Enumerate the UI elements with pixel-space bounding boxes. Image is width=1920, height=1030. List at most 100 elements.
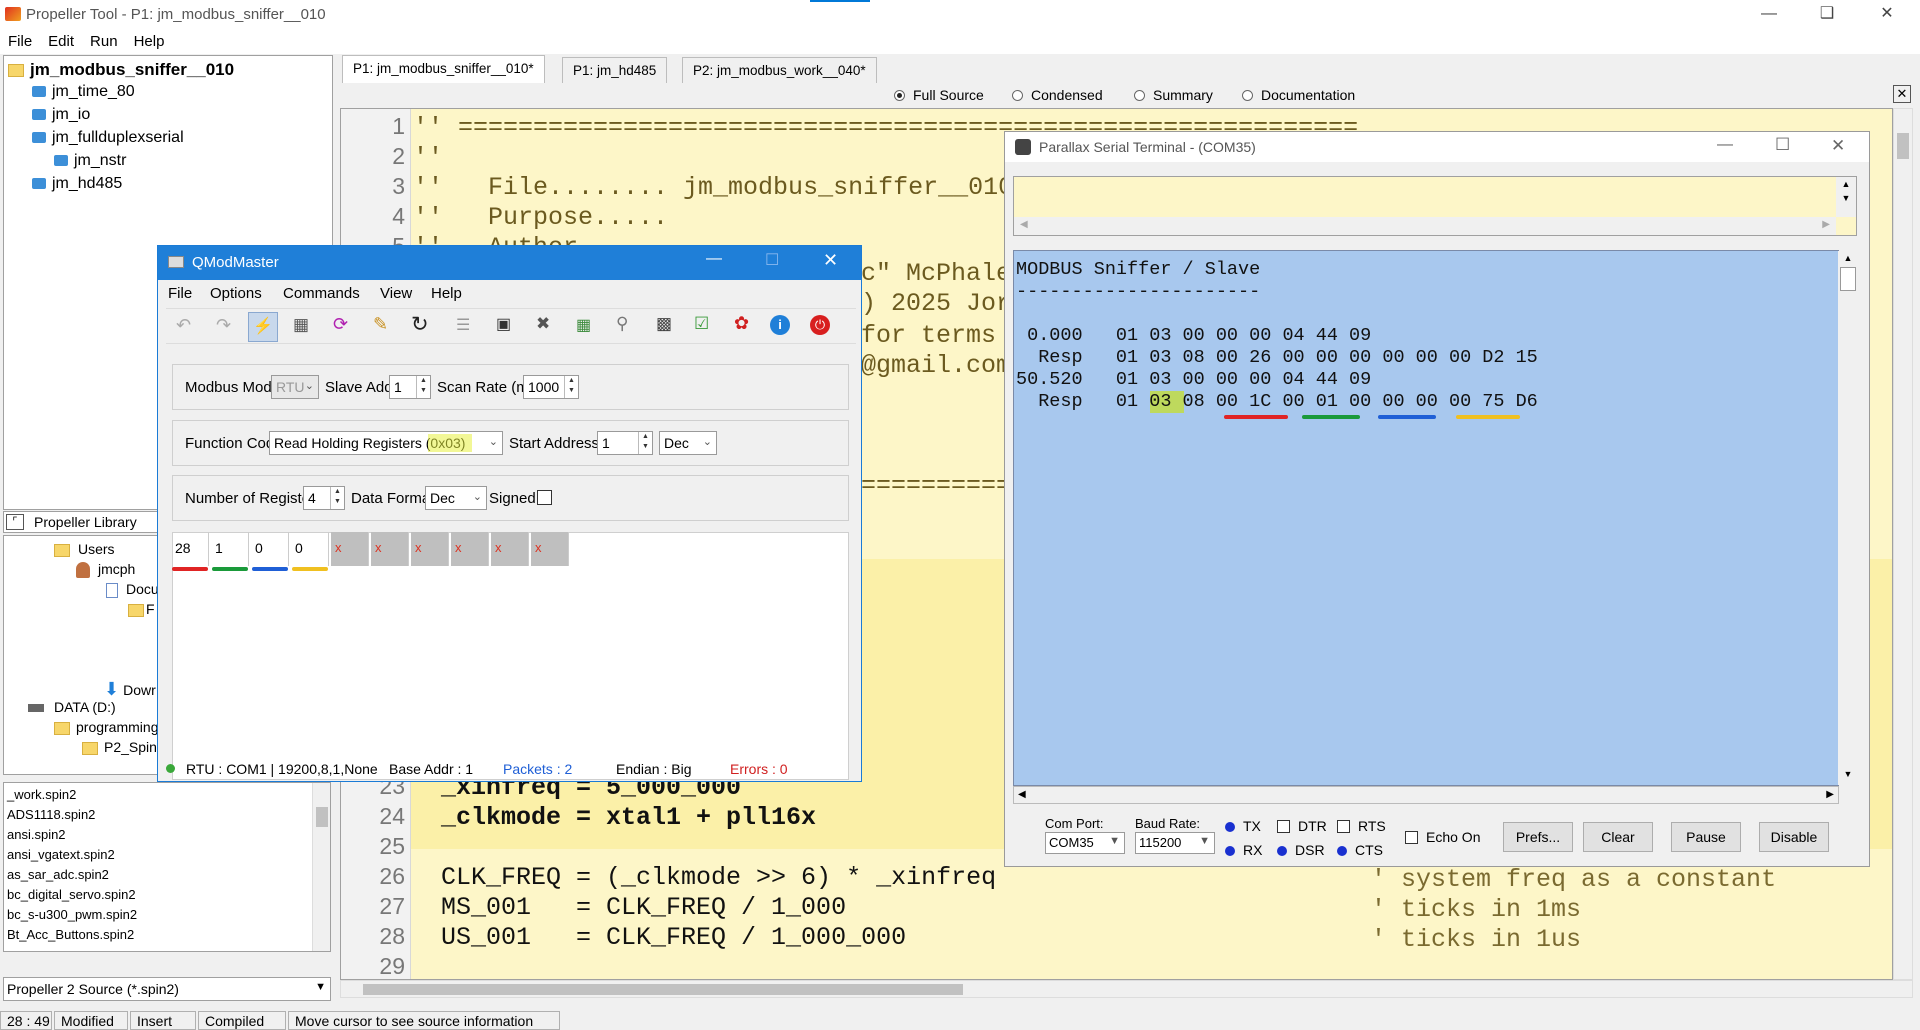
- close-button[interactable]: ✕: [1864, 0, 1910, 30]
- pause-button[interactable]: Pause: [1671, 822, 1741, 852]
- object-item[interactable]: jm_nstr: [54, 152, 126, 170]
- file-item[interactable]: ADS1118.spin2: [7, 807, 95, 822]
- register-cell[interactable]: 28: [171, 532, 209, 566]
- register-cell[interactable]: 0: [291, 532, 329, 566]
- register-cell[interactable]: x: [371, 532, 409, 566]
- data-format-combo[interactable]: Dec ⌄: [425, 486, 487, 510]
- st-minimize-button[interactable]: —: [1717, 136, 1733, 154]
- radio-full-source[interactable]: Full Source: [894, 87, 984, 103]
- register-cell[interactable]: x: [531, 532, 569, 566]
- spin-arrows-icon[interactable]: ▲ ▼: [330, 487, 344, 509]
- tree-user[interactable]: jmcph: [76, 561, 135, 579]
- transmit-pane[interactable]: ▲ ▼ ◀ ▶: [1013, 176, 1857, 236]
- receive-pane[interactable]: MODBUS Sniffer / Slave -----------------…: [1013, 250, 1858, 786]
- file-item[interactable]: bc_digital_servo.spin2: [7, 887, 136, 902]
- editor-hscrollbar[interactable]: [340, 980, 1913, 998]
- address-format-combo[interactable]: Dec ⌄: [659, 431, 717, 455]
- undo-icon[interactable]: ↶: [176, 315, 191, 336]
- register-cell[interactable]: x: [491, 532, 529, 566]
- spin-arrows-icon[interactable]: ▲ ▼: [638, 432, 652, 454]
- menu-run[interactable]: Run: [82, 30, 126, 53]
- info-icon[interactable]: i: [770, 315, 790, 335]
- close-tab-icon[interactable]: ✕: [1893, 85, 1911, 103]
- file-list-scrollbar[interactable]: [312, 783, 330, 951]
- qm-minimize-button[interactable]: —: [706, 250, 722, 268]
- com-port-combo[interactable]: COM35 ▼: [1045, 832, 1125, 854]
- register-cell[interactable]: 0: [251, 532, 289, 566]
- tree-downloads[interactable]: ⬇ Dowr: [104, 679, 156, 700]
- register-cell[interactable]: x: [331, 532, 369, 566]
- register-cell[interactable]: x: [451, 532, 489, 566]
- read-write-icon[interactable]: ✎: [373, 314, 388, 335]
- scan-icon[interactable]: ↻: [411, 312, 429, 337]
- radio-summary[interactable]: Summary: [1134, 87, 1213, 103]
- register-cell[interactable]: x: [411, 532, 449, 566]
- tree-users[interactable]: Users: [54, 541, 115, 557]
- log-icon[interactable]: ☰: [456, 315, 470, 335]
- baud-rate-combo[interactable]: 115200 ▼: [1135, 832, 1215, 854]
- restore-button[interactable]: ❑: [1804, 0, 1850, 30]
- redo-icon[interactable]: ↷: [216, 315, 231, 336]
- transmit-vscroll[interactable]: ▲ ▼: [1836, 177, 1856, 217]
- slave-addr-spinbox[interactable]: 1 ▲ ▼: [389, 375, 431, 399]
- rts-checkbox[interactable]: RTS: [1337, 818, 1386, 834]
- tab-modbus-work[interactable]: P2: jm_modbus_work__040*: [682, 57, 877, 83]
- object-item[interactable]: jm_io: [32, 106, 90, 124]
- tree-drive[interactable]: DATA (D:): [14, 699, 116, 715]
- qm-menu-view[interactable]: View: [380, 285, 412, 302]
- tab-sniffer[interactable]: P1: jm_modbus_sniffer__010*: [342, 55, 545, 83]
- prefs-button[interactable]: Prefs...: [1503, 822, 1573, 852]
- exit-icon[interactable]: ⏻: [810, 315, 830, 335]
- function-code-combo[interactable]: Read Holding Registers (0x03) ⌄: [269, 431, 503, 455]
- serial-icon[interactable]: ▣: [496, 314, 511, 334]
- object-item[interactable]: jm_fullduplexserial: [32, 129, 184, 147]
- echo-on-checkbox[interactable]: Echo On: [1405, 829, 1480, 845]
- disable-button[interactable]: Disable: [1759, 822, 1829, 852]
- start-address-spinbox[interactable]: 1 ▲ ▼: [597, 431, 653, 455]
- tree-folder[interactable]: F: [128, 601, 155, 617]
- tab-hd485[interactable]: P1: jm_hd485: [562, 57, 668, 83]
- qm-menu-commands[interactable]: Commands: [283, 285, 360, 302]
- qm-menu-file[interactable]: File: [168, 285, 192, 302]
- spin-arrows-icon[interactable]: ▲ ▼: [416, 376, 430, 398]
- file-item[interactable]: ansi.spin2: [7, 827, 66, 842]
- transmit-hscroll[interactable]: ◀ ▶: [1014, 217, 1836, 235]
- spin-arrows-icon[interactable]: ▲ ▼: [564, 376, 578, 398]
- menu-help[interactable]: Help: [126, 30, 173, 53]
- modbus-mode-combo[interactable]: RTU ⌄: [271, 375, 319, 399]
- scroll-thumb[interactable]: [363, 984, 963, 995]
- editor-vscrollbar[interactable]: [1893, 108, 1913, 980]
- qm-maximize-button[interactable]: ☐: [765, 250, 779, 270]
- scan-rate-spinbox[interactable]: 1000 ▲ ▼: [523, 375, 579, 399]
- table-icon[interactable]: ▦: [576, 315, 591, 335]
- object-root[interactable]: jm_modbus_sniffer__010: [8, 60, 234, 80]
- tree-programming[interactable]: programming: [54, 719, 158, 735]
- scroll-thumb[interactable]: [1897, 133, 1909, 159]
- signed-checkbox[interactable]: [537, 490, 552, 505]
- tools-icon[interactable]: ✖: [536, 314, 550, 334]
- qm-close-button[interactable]: ✕: [823, 250, 838, 271]
- bulb-icon[interactable]: ⚲: [616, 314, 628, 334]
- qm-menu-options[interactable]: Options: [210, 285, 262, 302]
- radio-documentation[interactable]: Documentation: [1242, 87, 1355, 103]
- tree-documents[interactable]: Docu: [106, 581, 159, 598]
- file-item[interactable]: _work.spin2: [7, 787, 76, 802]
- minimize-button[interactable]: —: [1746, 0, 1792, 30]
- help-icon[interactable]: ✿: [734, 313, 749, 334]
- num-regs-spinbox[interactable]: 4 ▲ ▼: [303, 486, 345, 510]
- qm-menu-help[interactable]: Help: [431, 285, 462, 302]
- check-icon[interactable]: ☑: [694, 314, 709, 334]
- file-item[interactable]: bc_s-u300_pwm.spin2: [7, 907, 137, 922]
- monitor-icon[interactable]: ▩: [656, 314, 672, 334]
- menu-file[interactable]: File: [0, 30, 40, 53]
- bus-monitor-icon[interactable]: ▦: [293, 315, 309, 335]
- register-cell[interactable]: 1: [211, 532, 249, 566]
- file-item[interactable]: as_sar_adc.spin2: [7, 867, 109, 882]
- receive-vscroll[interactable]: ▲ ▼: [1838, 251, 1858, 785]
- object-item[interactable]: jm_hd485: [32, 175, 122, 193]
- menu-edit[interactable]: Edit: [40, 30, 82, 53]
- radio-condensed[interactable]: Condensed: [1012, 87, 1103, 103]
- dtr-checkbox[interactable]: DTR: [1277, 818, 1327, 834]
- connect-icon[interactable]: ⚡: [248, 312, 278, 342]
- tree-p2spin[interactable]: P2_Spin2: [82, 739, 165, 755]
